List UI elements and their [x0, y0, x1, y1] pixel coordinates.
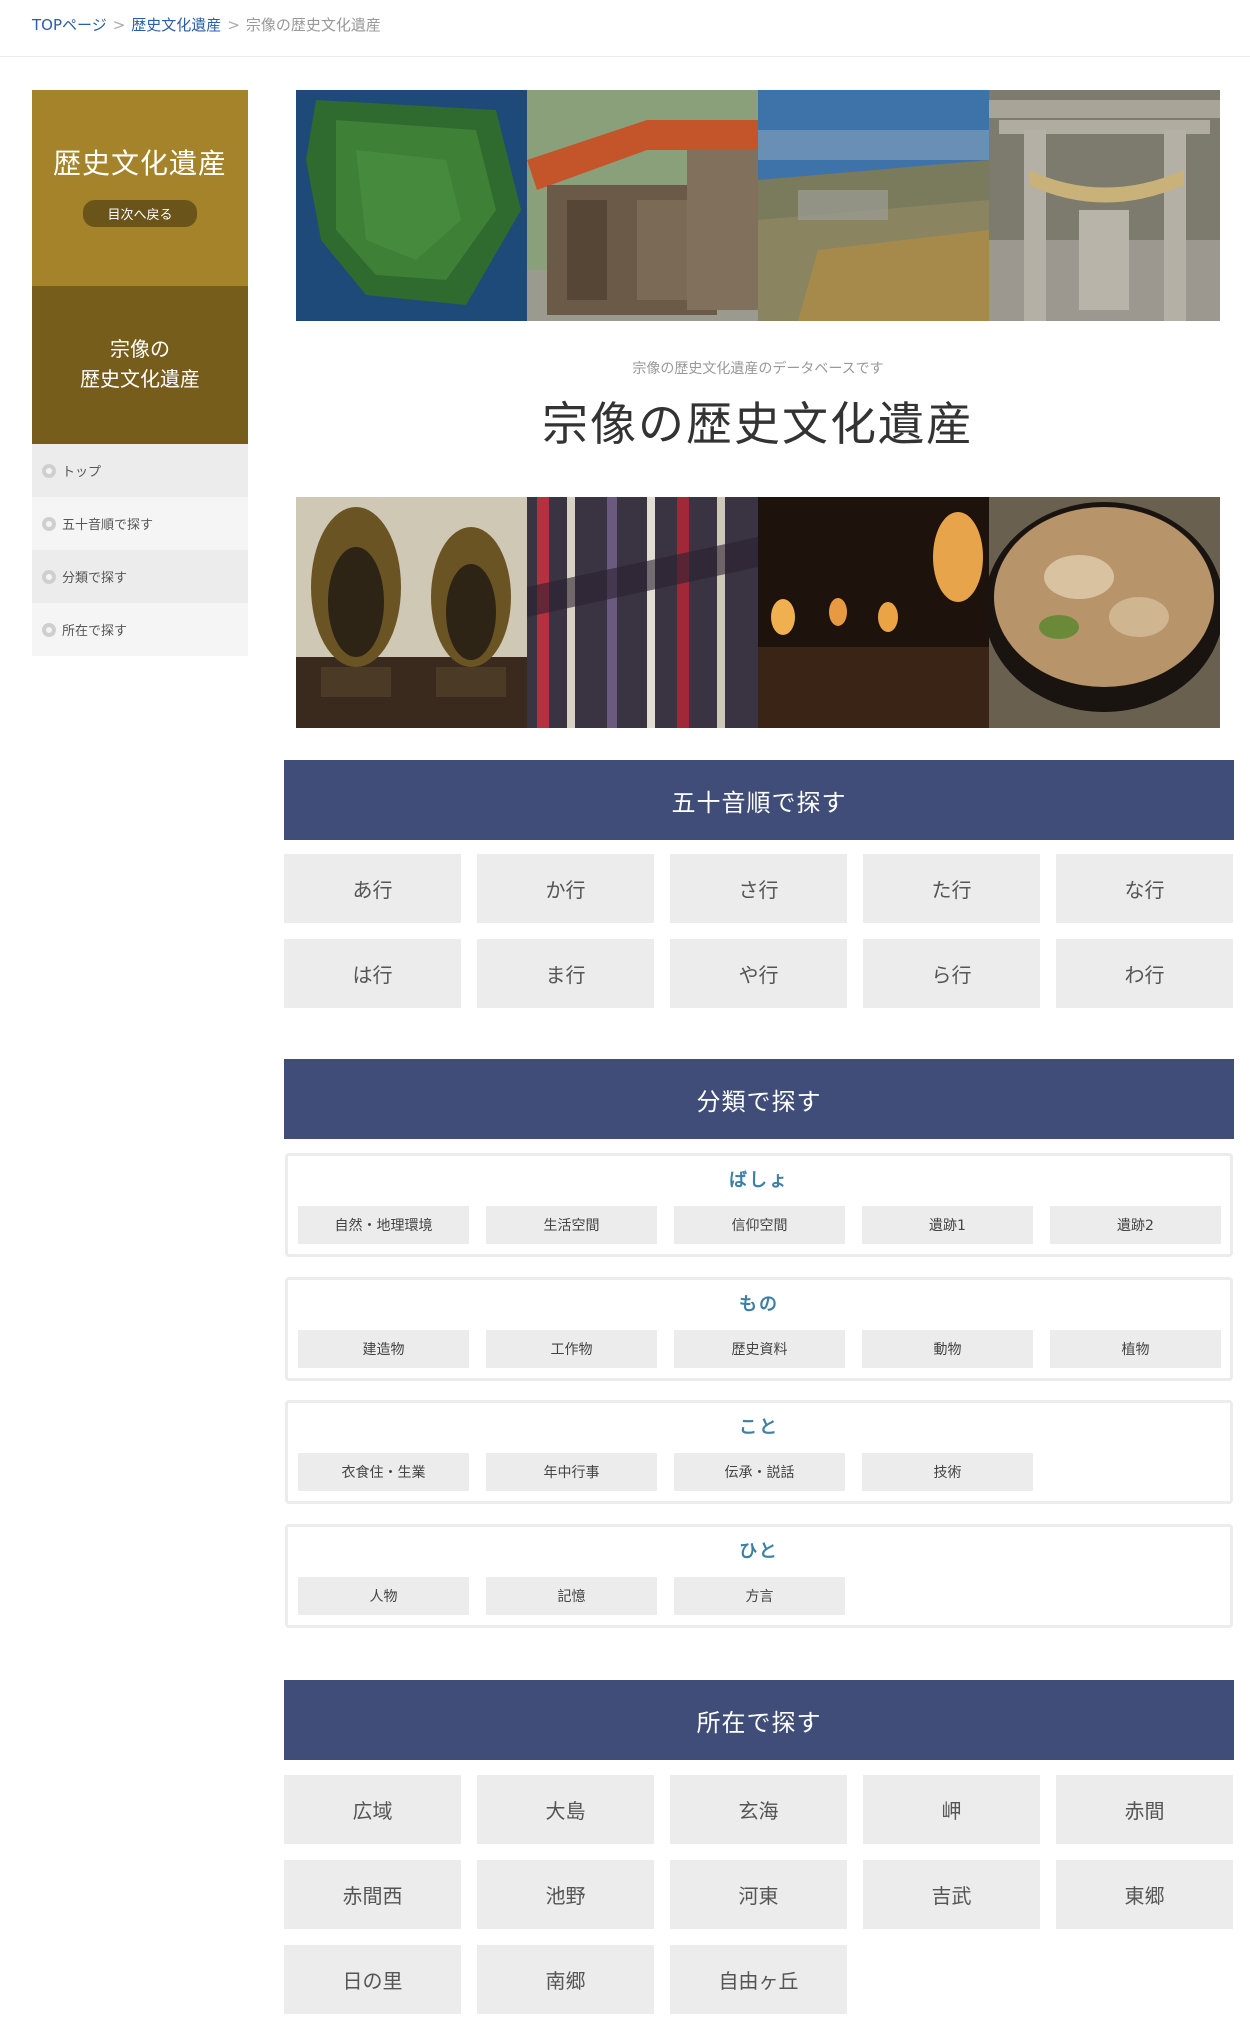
sidebar-menu: トップ 五十音順で探す 分類で探す 所在で探す [32, 444, 248, 656]
category-button[interactable]: 衣食住・生業 [298, 1453, 469, 1491]
location-button[interactable]: 池野 [477, 1860, 654, 1929]
gojuon-button-grid: あ行 か行 さ行 た行 な行 は行 ま行 や行 ら行 わ行 [284, 854, 1234, 1008]
sidebar-item-label: 五十音順で探す [62, 518, 154, 533]
sidebar-item-top[interactable]: トップ [32, 444, 248, 497]
food-bowl-photo [989, 497, 1220, 728]
gojuon-button[interactable]: あ行 [284, 854, 461, 923]
sidebar-section-title-line2: 歴史文化遺産 [80, 367, 200, 391]
category-button[interactable]: 自然・地理環境 [298, 1206, 469, 1244]
category-button[interactable]: 遺跡1 [862, 1206, 1033, 1244]
lantern-festival-photo [758, 497, 989, 728]
location-button[interactable]: 日の里 [284, 1945, 461, 2014]
sidebar-item-label: 分類で探す [62, 571, 128, 586]
category-button[interactable]: 生活空間 [486, 1206, 657, 1244]
header-divider [0, 56, 1250, 57]
category-button[interactable]: 伝承・説話 [674, 1453, 845, 1491]
sidebar-section-title: 宗像の 歴史文化遺産 [32, 286, 248, 444]
archery-arrows-photo [527, 497, 758, 728]
breadcrumb-parent-link[interactable]: 歴史文化遺産 [131, 16, 221, 34]
category-button[interactable]: 信仰空間 [674, 1206, 845, 1244]
location-button[interactable]: 南郷 [477, 1945, 654, 2014]
category-group-title: ばしょ [729, 1170, 789, 1191]
location-button[interactable]: 大島 [477, 1775, 654, 1844]
bullet-icon [42, 622, 56, 637]
gojuon-button[interactable]: か行 [477, 854, 654, 923]
location-button[interactable]: 吉武 [863, 1860, 1040, 1929]
category-group-title: もの [739, 1294, 779, 1315]
shozai-section-heading: 所在で探す [284, 1680, 1234, 1760]
photo-strip-bottom [296, 497, 1220, 728]
category-group-basho: ばしょ 自然・地理環境 生活空間 信仰空間 遺跡1 遺跡2 [285, 1153, 1233, 1257]
category-button[interactable]: 植物 [1050, 1330, 1221, 1368]
page-title: 宗像の歴史文化遺産 [542, 397, 974, 451]
sidebar: 歴史文化遺産 目次へ戻る 宗像の 歴史文化遺産 トップ 五十音順で探す 分類で探… [32, 90, 248, 656]
category-button[interactable]: 記憶 [486, 1577, 657, 1615]
category-button[interactable]: 遺跡2 [1050, 1206, 1221, 1244]
bullet-icon [42, 569, 56, 584]
torii-gate-photo [989, 90, 1220, 321]
category-button[interactable]: 歴史資料 [674, 1330, 845, 1368]
category-group-mono: もの 建造物 工作物 歴史資料 動物 植物 [285, 1277, 1233, 1381]
gojuon-button[interactable]: わ行 [1056, 939, 1233, 1008]
category-group-koto: こと 衣食住・生業 年中行事 伝承・説話 技術 [285, 1400, 1233, 1504]
sidebar-item-label: トップ [62, 465, 102, 480]
gojuon-button[interactable]: ま行 [477, 939, 654, 1008]
gojuon-button[interactable]: た行 [863, 854, 1040, 923]
sidebar-title: 歴史文化遺産 [52, 147, 227, 180]
sidebar-section-title-line1: 宗像の [110, 337, 170, 361]
category-button[interactable]: 建造物 [298, 1330, 469, 1368]
breadcrumb-current: 宗像の歴史文化遺産 [245, 16, 381, 34]
sidebar-header: 歴史文化遺産 目次へ戻る [32, 90, 248, 286]
buddha-statues-photo [296, 497, 527, 728]
gojuon-button[interactable]: ら行 [863, 939, 1040, 1008]
location-button[interactable]: 玄海 [670, 1775, 847, 1844]
sidebar-item-label: 所在で探す [62, 624, 128, 639]
category-group-title: こと [739, 1417, 779, 1438]
gojuon-section-heading: 五十音順で探す [284, 760, 1234, 840]
location-button[interactable]: 河東 [670, 1860, 847, 1929]
island-aerial-photo [296, 90, 527, 321]
category-button[interactable]: 方言 [674, 1577, 845, 1615]
category-group-hito: ひと 人物 記憶 方言 [285, 1524, 1233, 1628]
category-button-row: 自然・地理環境 生活空間 信仰空間 遺跡1 遺跡2 [298, 1206, 1238, 1244]
breadcrumb-separator: > [227, 16, 240, 34]
photo-strip-top [296, 90, 1220, 321]
category-button[interactable]: 技術 [862, 1453, 1033, 1491]
bullet-icon [42, 463, 56, 478]
bullet-icon [42, 516, 56, 531]
breadcrumb: TOPページ > 歴史文化遺産 > 宗像の歴史文化遺産 [32, 14, 381, 35]
location-button[interactable]: 赤間 [1056, 1775, 1233, 1844]
location-button[interactable]: 岬 [863, 1775, 1040, 1844]
breadcrumb-separator: > [112, 16, 126, 34]
category-button-row: 衣食住・生業 年中行事 伝承・説話 技術 [298, 1453, 1050, 1491]
location-button[interactable]: 自由ヶ丘 [670, 1945, 847, 2014]
category-group-title: ひと [739, 1541, 779, 1562]
location-button[interactable]: 赤間西 [284, 1860, 461, 1929]
location-button[interactable]: 東郷 [1056, 1860, 1233, 1929]
wooden-shrine-photo [527, 90, 758, 321]
sidebar-item-gojuon[interactable]: 五十音順で探す [32, 497, 248, 550]
gojuon-button[interactable]: や行 [670, 939, 847, 1008]
gojuon-button[interactable]: は行 [284, 939, 461, 1008]
category-button[interactable]: 工作物 [486, 1330, 657, 1368]
gojuon-button[interactable]: な行 [1056, 854, 1233, 923]
bunrui-section-heading: 分類で探す [284, 1059, 1234, 1139]
breadcrumb-top-link[interactable]: TOPページ [32, 16, 107, 34]
category-button[interactable]: 人物 [298, 1577, 469, 1615]
city-aerial-photo [758, 90, 989, 321]
category-button-row: 人物 記憶 方言 [298, 1577, 862, 1615]
gojuon-button[interactable]: さ行 [670, 854, 847, 923]
category-button-row: 建造物 工作物 歴史資料 動物 植物 [298, 1330, 1238, 1368]
location-button[interactable]: 広域 [284, 1775, 461, 1844]
page-subtitle: 宗像の歴史文化遺産のデータベースです [632, 361, 884, 377]
back-to-index-button[interactable]: 目次へ戻る [83, 200, 197, 227]
category-button[interactable]: 年中行事 [486, 1453, 657, 1491]
sidebar-item-shozai[interactable]: 所在で探す [32, 603, 248, 656]
shozai-button-grid: 広域 大島 玄海 岬 赤間 赤間西 池野 河東 吉武 東郷 日の里 南郷 自由ヶ… [284, 1775, 1234, 2014]
category-button[interactable]: 動物 [862, 1330, 1033, 1368]
sidebar-item-bunrui[interactable]: 分類で探す [32, 550, 248, 603]
